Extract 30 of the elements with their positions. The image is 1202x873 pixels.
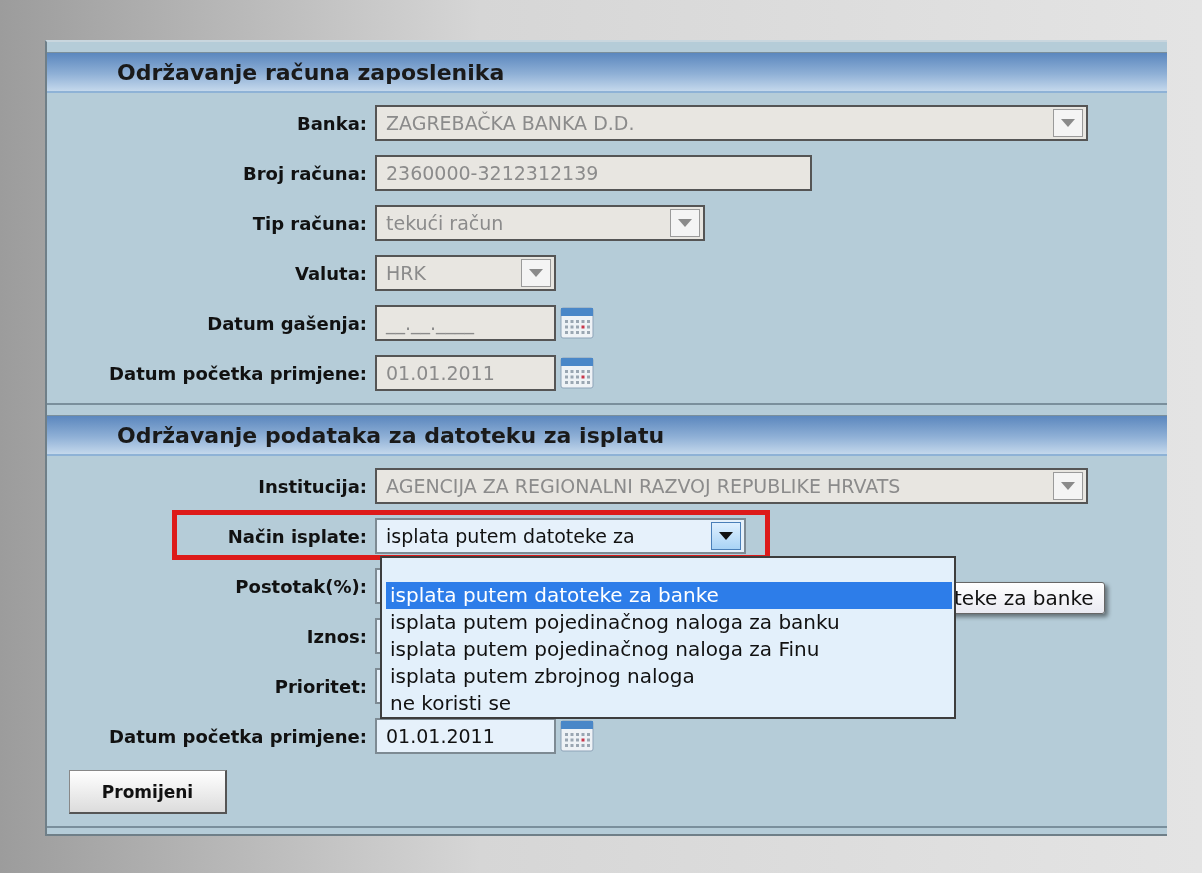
section-title: Održavanje podataka za datoteku za isplatu <box>47 416 1167 456</box>
caret-icon <box>719 532 733 540</box>
field-label: Prioritet: <box>273 675 367 697</box>
dropdown-option[interactable]: isplata putem pojedinačnog naloga za Finu <box>386 636 952 663</box>
select-field[interactable]: isplata putem datoteke za <box>375 518 746 554</box>
change-button[interactable]: Promijeni <box>69 770 227 814</box>
calendar-icon[interactable] <box>560 719 594 753</box>
caret-icon <box>1061 119 1075 127</box>
field-label: Institucija: <box>257 475 367 497</box>
dropdown-option[interactable]: isplata putem zbrojnog naloga <box>386 663 952 690</box>
caret-icon <box>1061 482 1075 490</box>
field-label: Banka: <box>296 112 367 134</box>
caret-icon <box>678 219 692 227</box>
calendar-icon[interactable] <box>560 306 594 340</box>
field-label: Datum početka primjene: <box>108 362 367 384</box>
field-label: Valuta: <box>293 262 367 284</box>
field-label: Postotak(%): <box>234 575 367 597</box>
field-label: Broj računa: <box>241 162 367 184</box>
date-field[interactable]: 01.01.2011 <box>375 718 556 754</box>
field-label: Datum gašenja: <box>206 312 367 334</box>
field-label: Datum početka primjene: <box>108 725 367 747</box>
dropdown-option[interactable]: isplata putem datoteke za banke <box>386 582 952 609</box>
field-label: Iznos: <box>305 625 367 647</box>
dropdown-button[interactable] <box>711 522 741 550</box>
section-title: Održavanje računa zaposlenika <box>47 53 1167 93</box>
field-label: Način isplate: <box>226 525 367 547</box>
caret-icon <box>529 269 543 277</box>
calendar-icon[interactable] <box>560 356 594 390</box>
field-label: Tip računa: <box>251 212 367 234</box>
dropdown-option[interactable]: ne koristi se <box>386 690 952 717</box>
